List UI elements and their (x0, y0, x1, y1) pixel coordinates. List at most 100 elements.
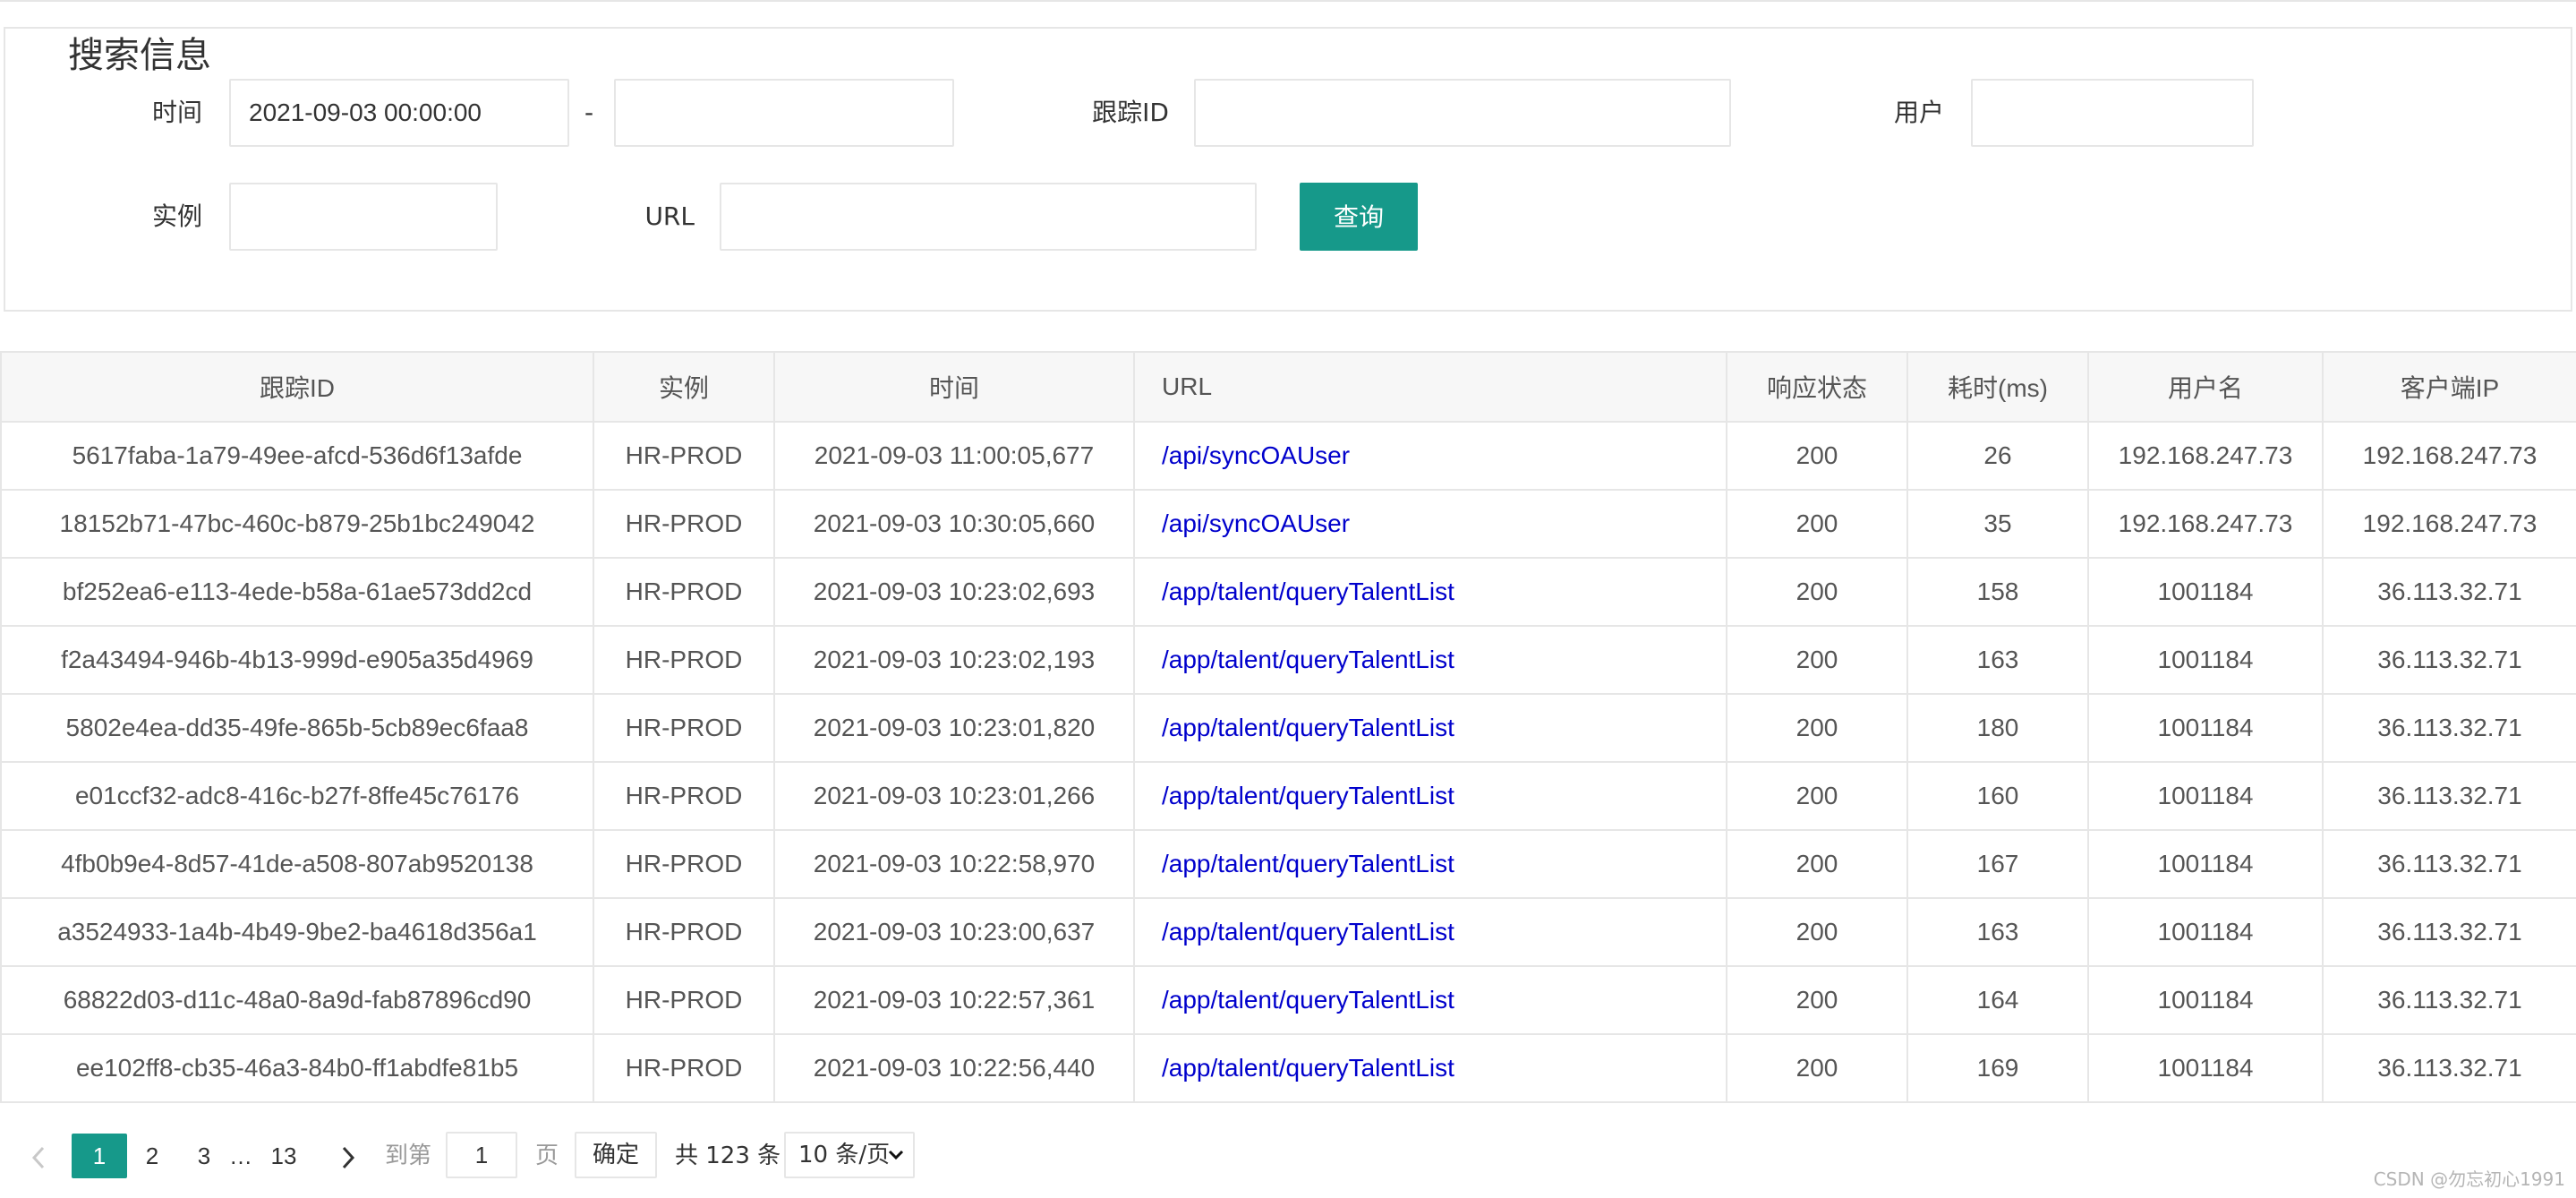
query-button[interactable]: 查询 (1300, 183, 1418, 251)
cell-instance: HR-PROD (593, 557, 775, 627)
cell-status: 200 (1726, 489, 1908, 559)
table-row: 5617faba-1a79-49ee-afcd-536d6f13afde HR-P… (0, 421, 2576, 491)
cell-client-ip: 36.113.32.71 (2322, 625, 2576, 695)
cell-status: 200 (1726, 829, 1908, 899)
goto-page-input[interactable] (446, 1132, 517, 1178)
cell-duration: 169 (1906, 1033, 2089, 1103)
page-button-13[interactable]: 13 (261, 1134, 306, 1178)
time-range-separator: - (584, 98, 594, 127)
page-button-2[interactable]: 2 (134, 1134, 170, 1178)
url-link[interactable]: /app/talent/queryTalentList (1162, 782, 1454, 809)
cell-url: /app/talent/queryTalentList (1133, 625, 1727, 695)
cell-url: /app/talent/queryTalentList (1133, 693, 1727, 763)
cell-username: 192.168.247.73 (2087, 489, 2324, 559)
cell-duration: 158 (1906, 557, 2089, 627)
search-legend: 搜索信息 (61, 30, 218, 81)
cell-url: /api/syncOAUser (1133, 489, 1727, 559)
cell-username: 1001184 (2087, 557, 2324, 627)
next-page-icon[interactable] (335, 1134, 362, 1178)
time-end-input[interactable] (614, 79, 954, 147)
cell-instance: HR-PROD (593, 693, 775, 763)
cell-username: 1001184 (2087, 1033, 2324, 1103)
cell-instance: HR-PROD (593, 761, 775, 831)
url-link[interactable]: /app/talent/queryTalentList (1162, 714, 1454, 741)
cell-duration: 167 (1906, 829, 2089, 899)
page-button-3[interactable]: 3 (186, 1134, 222, 1178)
cell-trace-id: e01ccf32-adc8-416c-b27f-8ffe45c76176 (0, 761, 594, 831)
cell-client-ip: 36.113.32.71 (2322, 829, 2576, 899)
cell-time: 2021-09-03 10:23:00,637 (773, 897, 1135, 967)
table-row: 4fb0b9e4-8d57-41de-a508-807ab9520138 HR-P… (0, 829, 2576, 899)
page-size-select[interactable]: 10 条/页 (784, 1132, 915, 1178)
cell-time: 2021-09-03 10:22:58,970 (773, 829, 1135, 899)
cell-time: 2021-09-03 10:23:02,193 (773, 625, 1135, 695)
chevron-down-icon (888, 1150, 904, 1160)
instance-input[interactable] (229, 183, 498, 251)
cell-client-ip: 192.168.247.73 (2322, 489, 2576, 559)
col-header-client-ip[interactable]: 客户端IP (2322, 351, 2576, 423)
col-header-status[interactable]: 响应状态 (1726, 351, 1908, 423)
cell-duration: 26 (1906, 421, 2089, 491)
cell-status: 200 (1726, 421, 1908, 491)
cell-time: 2021-09-03 10:23:01,266 (773, 761, 1135, 831)
col-header-url[interactable]: URL (1133, 351, 1727, 423)
cell-client-ip: 192.168.247.73 (2322, 421, 2576, 491)
cell-trace-id: a3524933-1a4b-4b49-9be2-ba4618d356a1 (0, 897, 594, 967)
time-start-input[interactable] (229, 79, 569, 147)
cell-time: 2021-09-03 10:23:02,693 (773, 557, 1135, 627)
cell-url: /app/talent/queryTalentList (1133, 761, 1727, 831)
page-size-value: 10 条/页 (798, 1142, 891, 1168)
cell-client-ip: 36.113.32.71 (2322, 897, 2576, 967)
cell-time: 2021-09-03 10:22:57,361 (773, 965, 1135, 1035)
url-link[interactable]: /api/syncOAUser (1162, 441, 1350, 469)
cell-status: 200 (1726, 965, 1908, 1035)
cell-status: 200 (1726, 693, 1908, 763)
cell-duration: 163 (1906, 897, 2089, 967)
table-row: 5802e4ea-dd35-49fe-865b-5cb89ec6faa8 HR-P… (0, 693, 2576, 763)
trace-id-input[interactable] (1194, 79, 1731, 147)
url-link[interactable]: /app/talent/queryTalentList (1162, 578, 1454, 605)
page-ellipsis[interactable]: … (227, 1134, 254, 1178)
url-link[interactable]: /app/talent/queryTalentList (1162, 646, 1454, 673)
cell-url: /app/talent/queryTalentList (1133, 829, 1727, 899)
col-header-duration[interactable]: 耗时(ms) (1906, 351, 2089, 423)
url-link[interactable]: /app/talent/queryTalentList (1162, 1054, 1454, 1082)
cell-duration: 160 (1906, 761, 2089, 831)
cell-username: 1001184 (2087, 761, 2324, 831)
col-header-time[interactable]: 时间 (773, 351, 1135, 423)
cell-instance: HR-PROD (593, 625, 775, 695)
top-divider (0, 0, 2576, 2)
col-header-trace-id[interactable]: 跟踪ID (0, 351, 594, 423)
url-link[interactable]: /app/talent/queryTalentList (1162, 918, 1454, 946)
url-link[interactable]: /api/syncOAUser (1162, 509, 1350, 537)
url-link[interactable]: /app/talent/queryTalentList (1162, 986, 1454, 1014)
cell-duration: 35 (1906, 489, 2089, 559)
goto-confirm-button[interactable]: 确定 (575, 1132, 657, 1178)
col-header-username[interactable]: 用户名 (2087, 351, 2324, 423)
cell-url: /app/talent/queryTalentList (1133, 557, 1727, 627)
trace-id-label: 跟踪ID (1092, 98, 1169, 127)
cell-trace-id: ee102ff8-cb35-46a3-84b0-ff1abdfe81b5 (0, 1033, 594, 1103)
table-row: f2a43494-946b-4b13-999d-e905a35d4969 HR-P… (0, 625, 2576, 695)
cell-status: 200 (1726, 1033, 1908, 1103)
cell-username: 1001184 (2087, 829, 2324, 899)
cell-username: 192.168.247.73 (2087, 421, 2324, 491)
url-link[interactable]: /app/talent/queryTalentList (1162, 850, 1454, 877)
url-input[interactable] (720, 183, 1257, 251)
cell-instance: HR-PROD (593, 965, 775, 1035)
cell-trace-id: 18152b71-47bc-460c-b879-25b1bc249042 (0, 489, 594, 559)
cell-instance: HR-PROD (593, 897, 775, 967)
page-button-1[interactable]: 1 (72, 1134, 127, 1178)
cell-client-ip: 36.113.32.71 (2322, 1033, 2576, 1103)
url-label: URL (644, 201, 695, 231)
cell-trace-id: 4fb0b9e4-8d57-41de-a508-807ab9520138 (0, 829, 594, 899)
pagination: 1 2 3 … 13 到第 页 确定 共 123 条 10 条/页 (0, 1130, 2576, 1180)
user-input[interactable] (1971, 79, 2254, 147)
cell-time: 2021-09-03 10:23:01,820 (773, 693, 1135, 763)
prev-page-icon[interactable] (25, 1134, 52, 1178)
col-header-instance[interactable]: 实例 (593, 351, 775, 423)
cell-trace-id: 5617faba-1a79-49ee-afcd-536d6f13afde (0, 421, 594, 491)
table-row: bf252ea6-e113-4ede-b58a-61ae573dd2cd HR-P… (0, 557, 2576, 627)
cell-status: 200 (1726, 557, 1908, 627)
cell-url: /app/talent/queryTalentList (1133, 1033, 1727, 1103)
